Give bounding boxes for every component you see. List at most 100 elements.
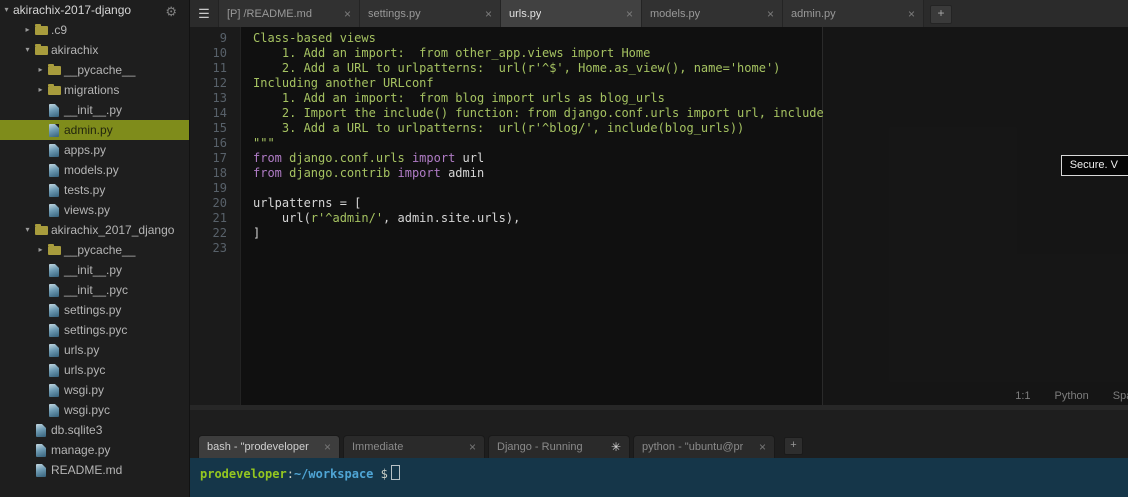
tree-file-wsgi.py[interactable]: wsgi.py <box>0 380 189 400</box>
folder-icon <box>47 63 64 77</box>
folder-icon <box>47 243 64 257</box>
tree-item-label: tests.py <box>64 183 105 197</box>
tree-file-urls.py[interactable]: urls.py <box>0 340 189 360</box>
tree-file-urls.pyc[interactable]: urls.pyc <box>0 360 189 380</box>
terminal-dollar: $ <box>373 467 387 481</box>
code-line-10: 10 1. Add an import: from other_app.view… <box>190 46 1128 61</box>
code-line-11: 11 2. Add a URL to urlpatterns: url(r'^$… <box>190 61 1128 76</box>
terminal-path: ~/workspace <box>294 467 373 481</box>
line-content: ] <box>240 226 260 241</box>
tree-folder-__pycache__[interactable]: ▸__pycache__ <box>0 240 189 260</box>
cursor-position[interactable]: 1:1 <box>1015 390 1030 402</box>
language-mode[interactable]: Python <box>1055 390 1089 402</box>
console-tab-Django-Running[interactable]: Django - Running✳ <box>488 435 630 458</box>
tree-folder-__pycache__[interactable]: ▸__pycache__ <box>0 60 189 80</box>
tree-item-label: akirachix <box>51 43 98 57</box>
tree-item-label: __init__.py <box>64 103 122 117</box>
new-console-tab-button[interactable]: + <box>784 437 803 455</box>
console-tab-python-ubuntu-pr[interactable]: python - "ubuntu@pr× <box>633 435 775 458</box>
close-icon[interactable]: × <box>754 440 766 454</box>
tree-file-__init__.pyc[interactable]: __init__.pyc <box>0 280 189 300</box>
tree-file-settings.pyc[interactable]: settings.pyc <box>0 320 189 340</box>
editor-tab-admin.py[interactable]: admin.py× <box>783 0 924 27</box>
tree-file-__init__.py[interactable]: __init__.py <box>0 260 189 280</box>
tree-file-views.py[interactable]: views.py <box>0 200 189 220</box>
line-content: 2. Import the include() function: from d… <box>240 106 824 121</box>
console-tab-bash-prodeveloper[interactable]: bash - "prodeveloper× <box>198 435 340 458</box>
code-line-19: 19 <box>190 181 1128 196</box>
close-icon[interactable]: × <box>479 7 492 21</box>
close-icon[interactable]: × <box>620 7 633 21</box>
secure-notification: Secure. V <box>1061 155 1128 176</box>
file-icon <box>47 263 64 277</box>
editor-tab--P-README.md[interactable]: [P] /README.md× <box>219 0 360 27</box>
line-content <box>240 241 253 256</box>
tree-file-manage.py[interactable]: manage.py <box>0 440 189 460</box>
line-number: 23 <box>190 241 240 256</box>
chevron-right-icon[interactable]: ▸ <box>34 80 47 100</box>
tree-item-label: db.sqlite3 <box>51 423 102 437</box>
indent-setting[interactable]: Space <box>1113 390 1128 402</box>
tree-file-README.md[interactable]: README.md <box>0 460 189 480</box>
line-number: 13 <box>190 91 240 106</box>
tree-folder-akirachix[interactable]: ▾ akirachix <box>0 40 189 60</box>
line-number: 21 <box>190 211 240 226</box>
code-line-9: 9Class-based views <box>190 31 1128 46</box>
tree-item-label: __init__.py <box>64 263 122 277</box>
folder-icon <box>34 43 51 57</box>
tree-folder-akirachix_2017_django[interactable]: ▾akirachix_2017_django <box>0 220 189 240</box>
console-tab-Immediate[interactable]: Immediate× <box>343 435 485 458</box>
gear-icon[interactable]: ⚙ <box>165 4 177 20</box>
close-icon[interactable]: × <box>319 440 331 454</box>
tree-file-models.py[interactable]: models.py <box>0 160 189 180</box>
code-line-15: 15 3. Add a URL to urlpatterns: url(r'^b… <box>190 121 1128 136</box>
close-icon[interactable]: × <box>464 440 476 454</box>
console-tabs: bash - "prodeveloper×Immediate×Django - … <box>198 435 778 458</box>
chevron-right-icon[interactable]: ▸ <box>34 240 47 260</box>
chevron-right-icon[interactable]: ▸ <box>21 20 34 40</box>
tab-label: models.py <box>650 8 700 20</box>
tab-label: urls.py <box>509 8 541 20</box>
close-icon[interactable]: × <box>338 7 351 21</box>
tree-root-project[interactable]: ▾ akirachix-2017-django <box>0 0 189 20</box>
code-line-18: 18from django.contrib import admin <box>190 166 1128 181</box>
close-icon[interactable]: × <box>902 7 915 21</box>
code-line-12: 12Including another URLconf <box>190 76 1128 91</box>
folder-icon <box>47 83 64 97</box>
tree-folder-migrations[interactable]: ▸migrations <box>0 80 189 100</box>
line-content: Class-based views <box>240 31 376 46</box>
tree-file-tests.py[interactable]: tests.py <box>0 180 189 200</box>
chevron-down-icon[interactable]: ▾ <box>21 40 34 60</box>
line-number: 20 <box>190 196 240 211</box>
line-number: 12 <box>190 76 240 91</box>
editor-tab-urls.py[interactable]: urls.py × <box>501 0 642 27</box>
tab-label: settings.py <box>368 8 421 20</box>
close-icon[interactable]: × <box>761 7 774 21</box>
tree-file-admin.py[interactable]: admin.py <box>0 120 190 140</box>
editor-tab-models.py[interactable]: models.py × <box>642 0 783 27</box>
file-icon <box>47 203 64 217</box>
file-icon <box>47 283 64 297</box>
editor-tab-settings.py[interactable]: settings.py × <box>360 0 501 27</box>
console-panel: bash - "prodeveloper×Immediate×Django - … <box>190 410 1128 497</box>
new-tab-button[interactable]: + <box>930 5 952 24</box>
line-content: """ <box>240 136 275 151</box>
file-icon <box>34 423 51 437</box>
file-icon <box>47 123 64 137</box>
tree-item-label: manage.py <box>51 443 110 457</box>
tree-file-__init__.py[interactable]: __init__.py <box>0 100 189 120</box>
tree-file-apps.py[interactable]: apps.py <box>0 140 189 160</box>
tree-folder-.c9[interactable]: ▸.c9 <box>0 20 189 40</box>
file-icon <box>47 343 64 357</box>
code-editor[interactable]: 9Class-based views10 1. Add an import: f… <box>190 27 1128 410</box>
tab-list-button[interactable]: ☰ <box>190 0 219 27</box>
tree-file-db.sqlite3[interactable]: db.sqlite3 <box>0 420 189 440</box>
project-root-label: akirachix-2017-django <box>13 3 131 17</box>
terminal[interactable]: prodeveloper:~/workspace $ <box>190 458 1128 497</box>
tree-item-label: wsgi.py <box>64 383 104 397</box>
tree-file-wsgi.pyc[interactable]: wsgi.pyc <box>0 400 189 420</box>
chevron-right-icon[interactable]: ▸ <box>34 60 47 80</box>
chevron-down-icon[interactable]: ▾ <box>0 0 13 20</box>
tree-file-settings.py[interactable]: settings.py <box>0 300 189 320</box>
chevron-down-icon[interactable]: ▾ <box>21 220 34 240</box>
